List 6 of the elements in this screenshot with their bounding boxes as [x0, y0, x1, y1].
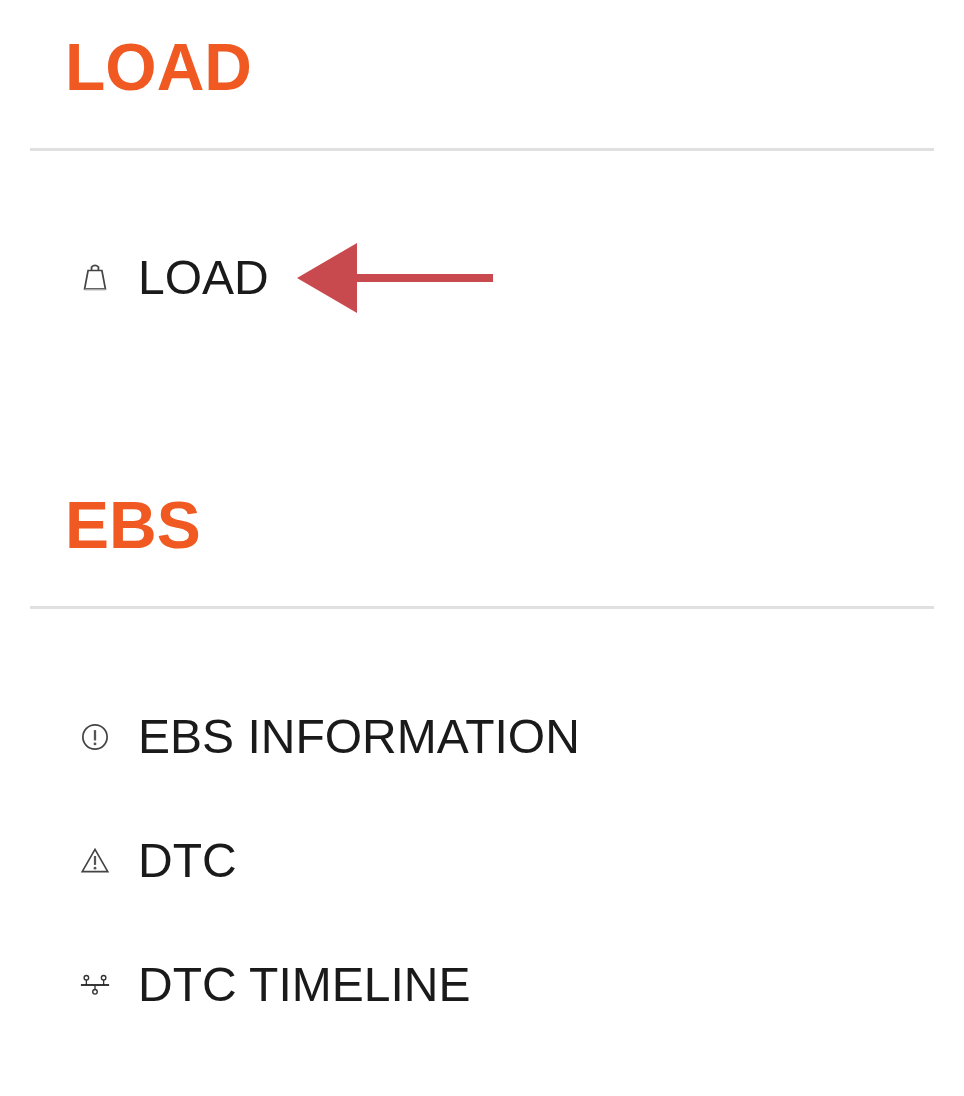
- section-heading: LOAD: [64, 34, 253, 100]
- menu-item[interactable]: DTC TIMELINE: [138, 957, 471, 1013]
- menu-item[interactable]: LOAD: [138, 250, 269, 306]
- menu-item[interactable]: DTC: [138, 833, 237, 889]
- menu-item[interactable]: EBS INFORMATION: [138, 709, 580, 765]
- section-heading: EBS: [64, 492, 202, 558]
